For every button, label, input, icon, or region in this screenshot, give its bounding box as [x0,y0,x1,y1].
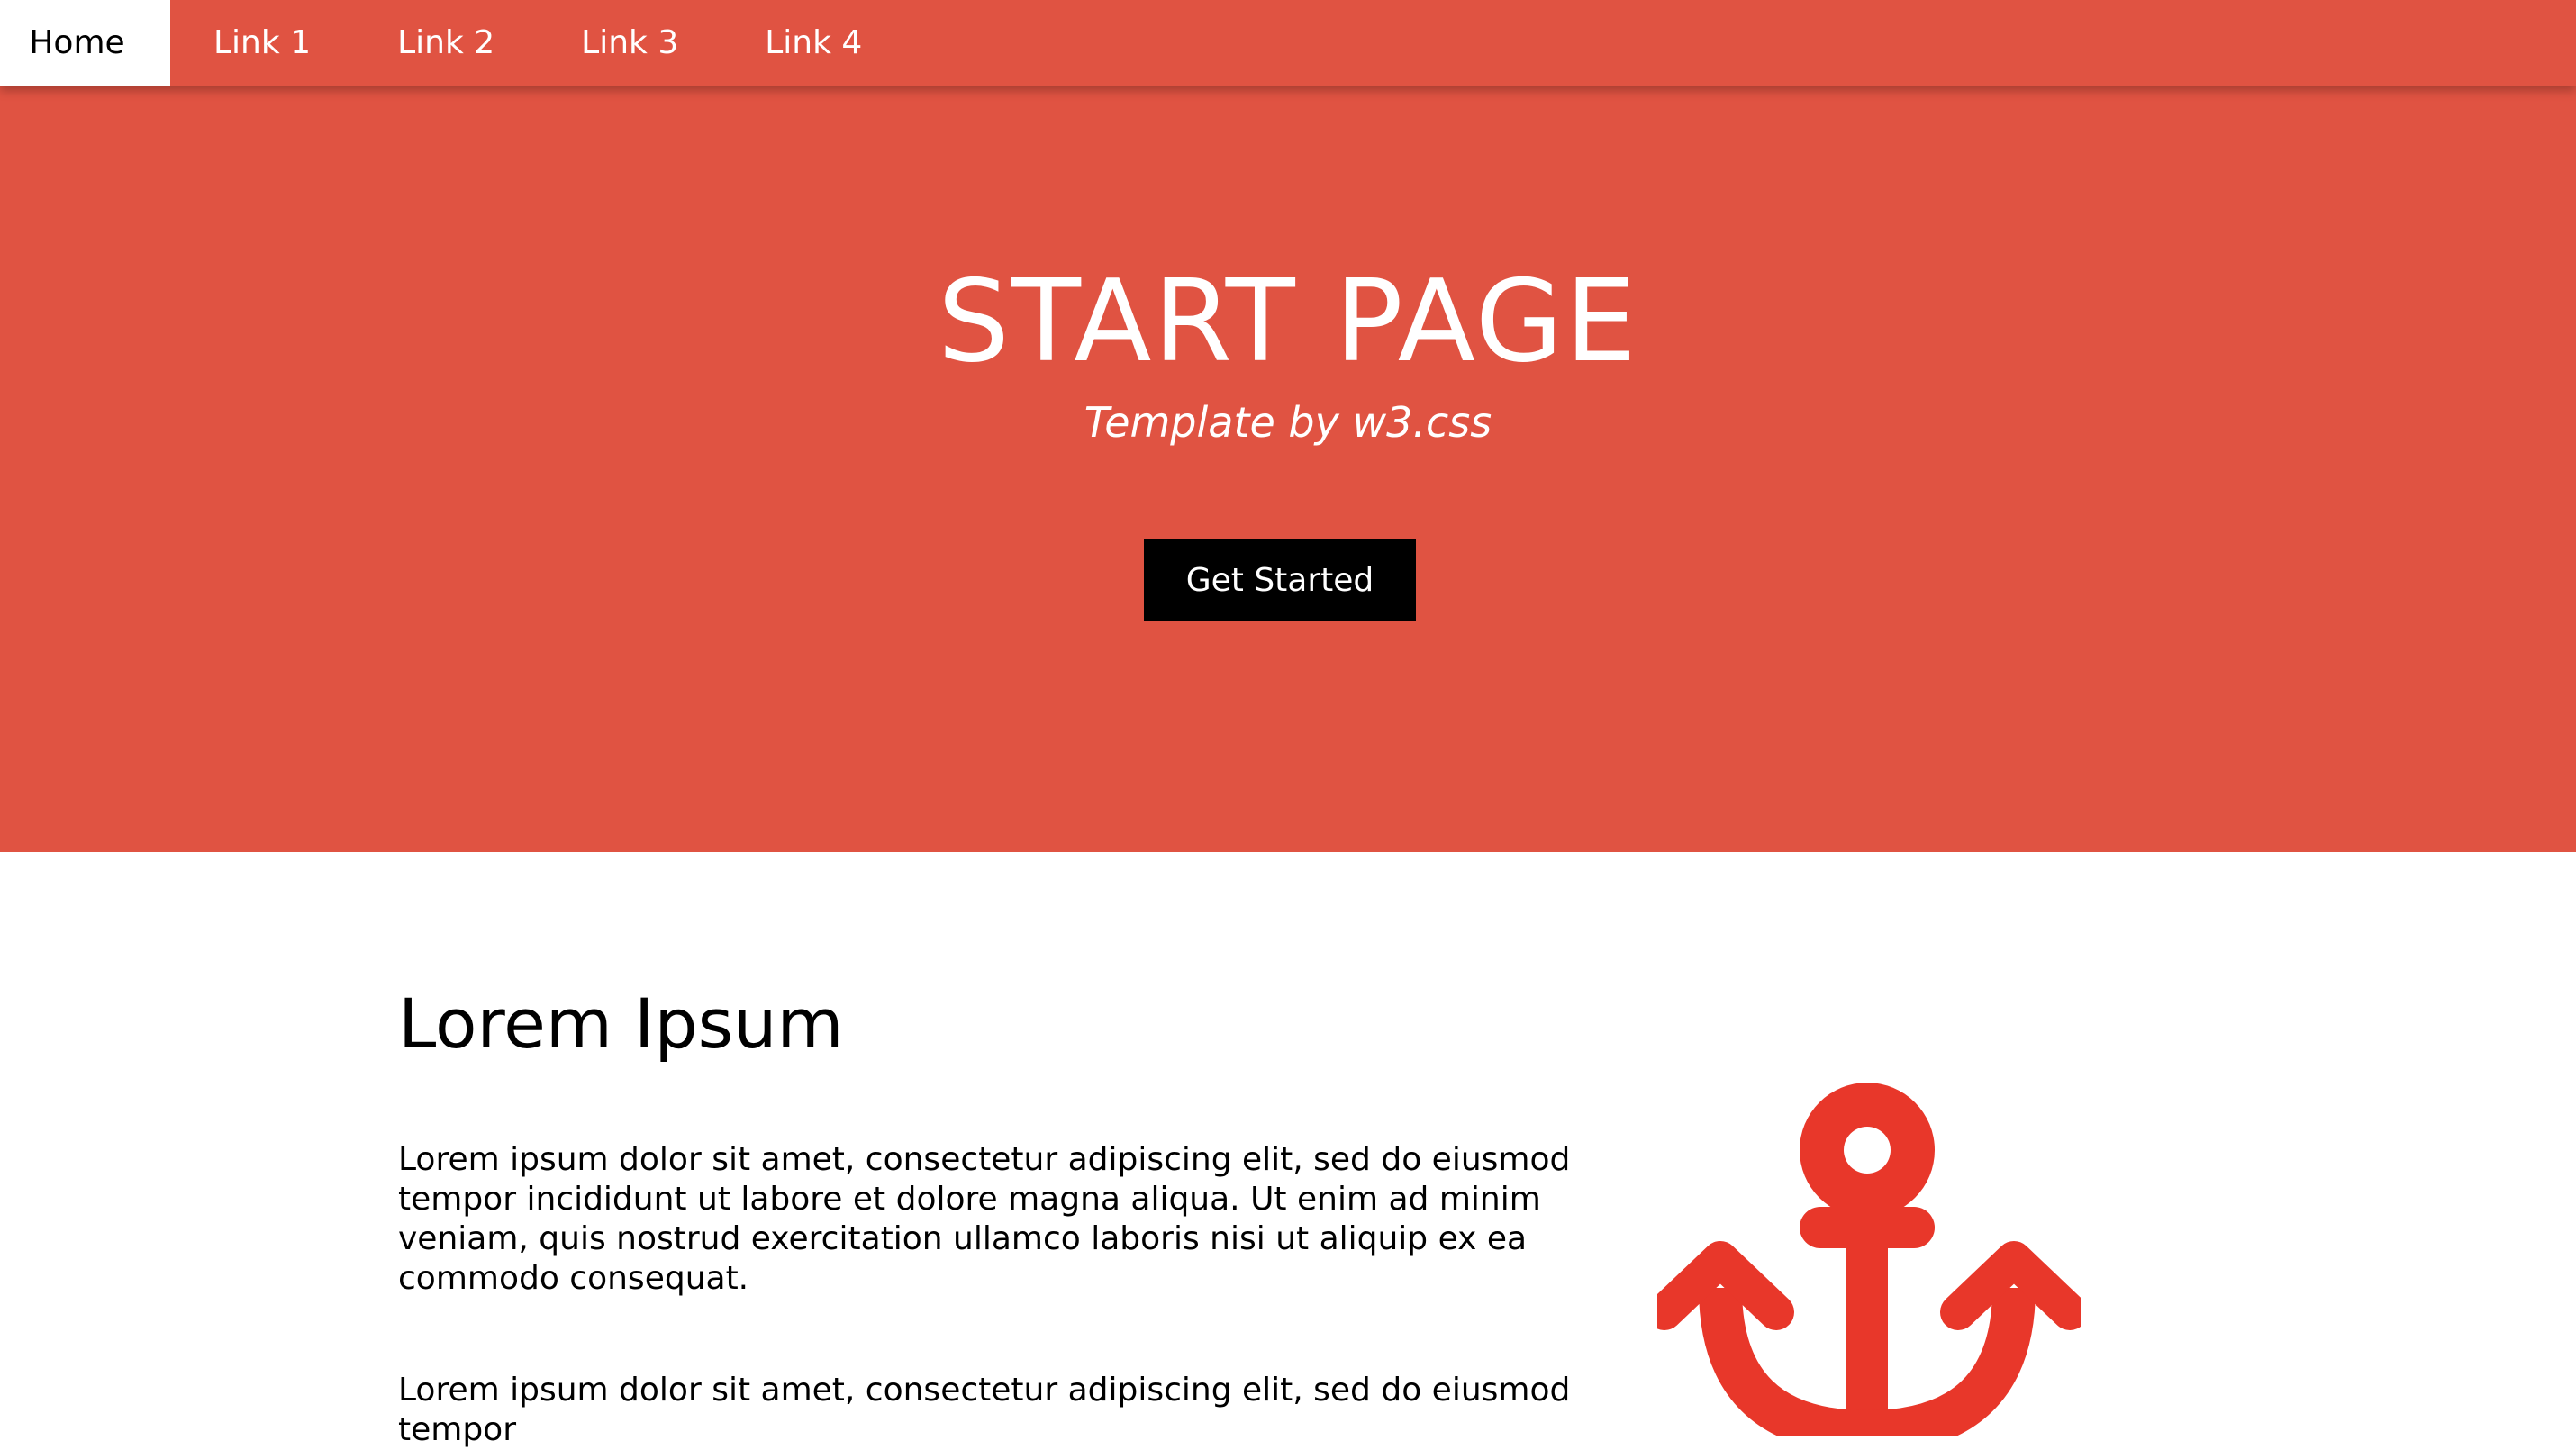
top-navbar: Home Link 1 Link 2 Link 3 Link 4 [0,0,2576,86]
content-heading: Lorem Ipsum [398,983,844,1064]
anchor-icon [1646,1076,2088,1450]
hero-section: START PAGE Template by w3.css Get Starte… [0,0,2576,852]
nav-link-4[interactable]: Link 4 [721,0,905,86]
hero-subtitle: Template by w3.css [1084,398,1492,447]
content-paragraph: Lorem ipsum dolor sit amet, consectetur … [398,1141,1571,1297]
nav-link-3[interactable]: Link 3 [538,0,721,86]
nav-link-1[interactable]: Link 1 [170,0,354,86]
nav-link-2[interactable]: Link 2 [354,0,538,86]
content-paragraph: Lorem ipsum dolor sit amet, consectetur … [398,1372,1571,1448]
nav-home[interactable]: Home [0,0,170,86]
hero-title: START PAGE [938,255,1638,388]
get-started-button[interactable]: Get Started [1144,539,1416,621]
